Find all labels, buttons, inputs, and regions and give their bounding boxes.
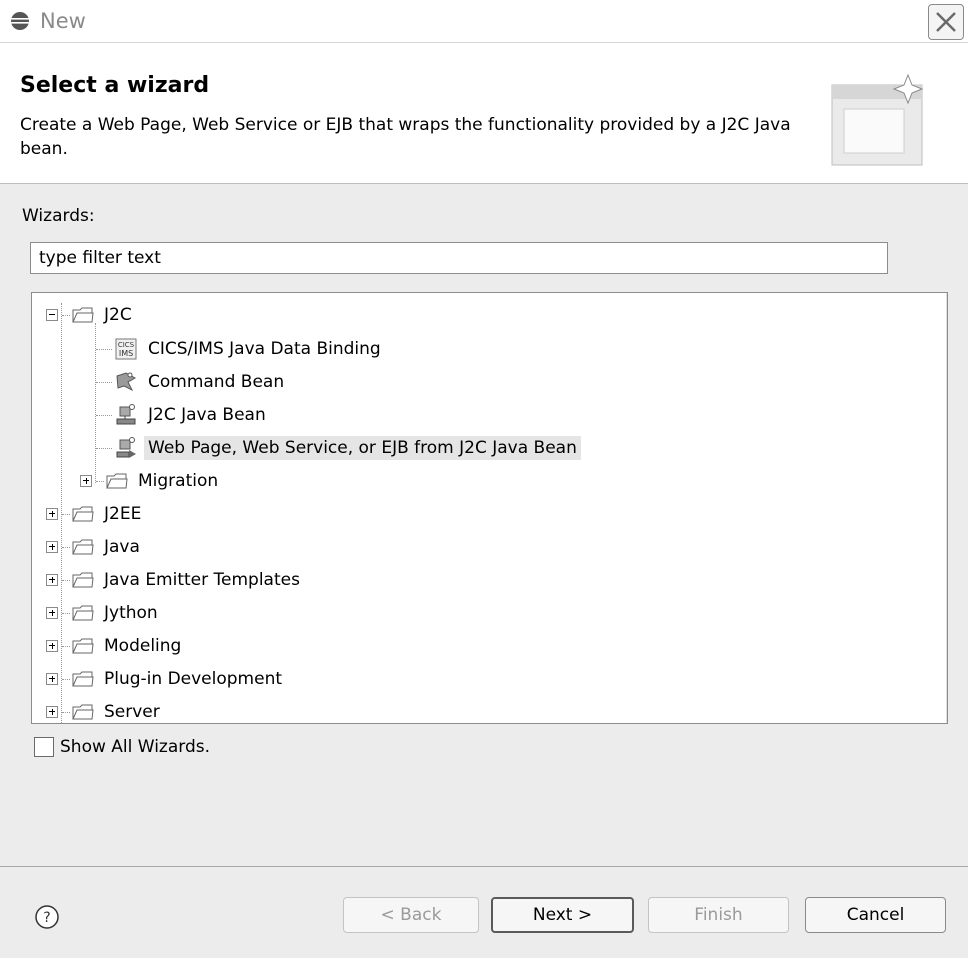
tree-item-cics[interactable]: CICS IMS CICS/IMS Java Data Binding — [96, 334, 385, 364]
expand-icon[interactable] — [80, 475, 92, 487]
expand-icon[interactable] — [46, 574, 58, 586]
expand-icon[interactable] — [46, 607, 58, 619]
expand-icon[interactable] — [46, 706, 58, 718]
title-bar: New — [0, 0, 968, 43]
page-description: Create a Web Page, Web Service or EJB th… — [20, 115, 791, 159]
wizard-header: Select a wizard Create a Web Page, Web S… — [0, 43, 968, 184]
button-bar-separator — [0, 866, 968, 867]
tree-item-web-page-service-ejb[interactable]: Web Page, Web Service, or EJB from J2C J… — [96, 433, 581, 463]
wizards-label: Wizards: — [22, 206, 95, 226]
folder-icon — [72, 671, 94, 687]
help-icon[interactable]: ? — [34, 904, 60, 930]
expand-icon[interactable] — [46, 673, 58, 685]
command-bean-icon — [116, 372, 137, 392]
tree-item-j2ee[interactable]: J2EE — [46, 499, 145, 529]
collapse-icon[interactable] — [46, 309, 58, 321]
new-wizard-dialog: New Select a wizard Create a Web Page, W… — [0, 0, 968, 958]
page-title: Select a wizard — [20, 73, 210, 98]
tree-item-command-bean[interactable]: Command Bean — [96, 367, 288, 397]
folder-icon — [72, 506, 94, 522]
window-title: New — [40, 9, 86, 33]
show-all-checkbox[interactable] — [34, 737, 54, 757]
close-button[interactable] — [928, 4, 964, 40]
next-button[interactable]: Next > — [491, 897, 634, 933]
folder-icon — [106, 473, 128, 489]
folder-icon — [72, 638, 94, 654]
tree-item-j2c[interactable]: J2C — [46, 300, 136, 330]
wizard-banner-icon — [831, 73, 924, 166]
tree-item-j2c-java-bean[interactable]: J2C Java Bean — [96, 400, 270, 430]
show-all-label: Show All Wizards. — [60, 737, 210, 757]
folder-icon — [72, 539, 94, 555]
j2c-java-bean-icon — [116, 404, 136, 425]
tree-item-java-emitter-templates[interactable]: Java Emitter Templates — [46, 565, 304, 595]
filter-input[interactable] — [30, 242, 888, 274]
tree-item-jython[interactable]: Jython — [46, 598, 162, 628]
folder-icon — [72, 704, 94, 720]
expand-icon[interactable] — [46, 541, 58, 553]
folder-icon — [72, 605, 94, 621]
folder-icon — [72, 572, 94, 588]
cics-ims-icon: CICS IMS — [115, 338, 137, 360]
wizard-tree: J2C CICS IMS CICS/IMS Java Data Binding … — [31, 292, 948, 724]
tree-item-server[interactable]: Server — [46, 697, 164, 723]
web-service-bean-icon — [116, 437, 136, 458]
expand-icon[interactable] — [46, 640, 58, 652]
app-icon — [11, 12, 29, 30]
tree-item-java[interactable]: Java — [46, 532, 144, 562]
tree-item-modeling[interactable]: Modeling — [46, 631, 185, 661]
svg-text:CICS: CICS — [118, 341, 135, 349]
tree-scrollbar[interactable] — [946, 293, 947, 723]
finish-button[interactable]: Finish — [648, 897, 789, 933]
show-all-wizards[interactable]: Show All Wizards. — [34, 737, 210, 757]
svg-text:IMS: IMS — [119, 349, 133, 358]
tree-item-migration[interactable]: Migration — [80, 466, 222, 496]
svg-text:?: ? — [43, 910, 50, 926]
cancel-button[interactable]: Cancel — [805, 897, 946, 933]
folder-icon — [72, 307, 94, 323]
close-icon — [936, 12, 956, 32]
tree-item-plugin-development[interactable]: Plug-in Development — [46, 664, 286, 694]
expand-icon[interactable] — [46, 508, 58, 520]
back-button[interactable]: < Back — [343, 897, 479, 933]
